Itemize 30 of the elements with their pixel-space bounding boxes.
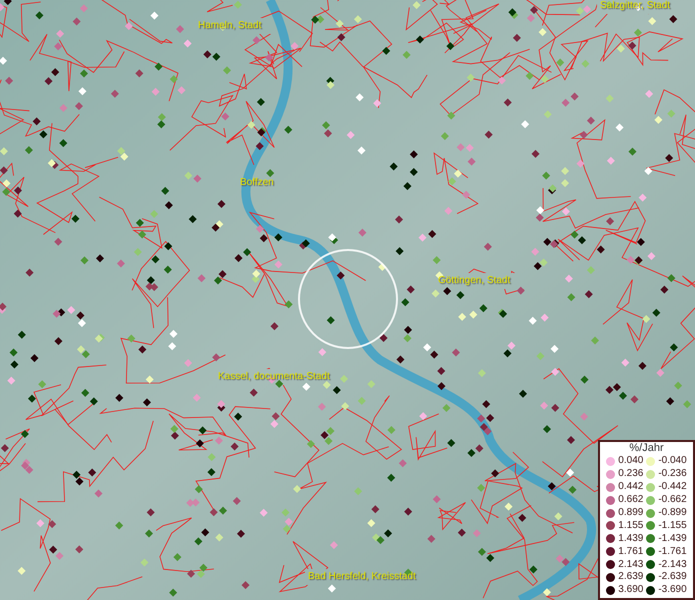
legend-value: -2.639 <box>658 571 687 584</box>
legend-value: 0.662 <box>618 494 644 506</box>
legend-value: -0.662 <box>658 494 687 506</box>
legend-value: 1.155 <box>618 520 644 532</box>
legend-value: -3.690 <box>658 584 687 596</box>
place-label: Hameln, Stadt <box>198 20 262 31</box>
legend-value: 3.690 <box>618 584 644 596</box>
legend-value: 0.899 <box>618 507 644 519</box>
legend-value: -1.439 <box>658 532 687 545</box>
legend-value: 2.143 <box>618 558 644 571</box>
legend-value: 1.439 <box>618 532 644 545</box>
selection-circle[interactable] <box>298 249 398 349</box>
legend-value: -1.761 <box>658 546 687 558</box>
legend-value: -1.155 <box>658 520 687 532</box>
legend-value: 2.639 <box>618 571 644 584</box>
place-label: Salzgitter, Stadt <box>600 0 670 11</box>
legend-title: %/Jahr <box>629 442 664 455</box>
legend-value: -0.899 <box>658 507 687 519</box>
place-label: Bad Hersfeld, Kreisstadt <box>308 571 416 582</box>
legend-value: 0.236 <box>618 468 644 480</box>
place-label: Göttingen, Stadt <box>438 275 510 286</box>
place-label: Boffzen <box>240 177 274 188</box>
legend-value: -0.040 <box>658 455 687 468</box>
legend-value: -0.236 <box>658 468 687 480</box>
place-label: Kassel, documenta-Stadt <box>218 371 330 382</box>
legend-value: -2.143 <box>658 558 687 571</box>
legend-value: 1.761 <box>618 546 644 558</box>
legend-value: -0.442 <box>658 481 687 494</box>
legend-value: 0.040 <box>618 455 644 468</box>
legend-value: 0.442 <box>618 481 644 494</box>
